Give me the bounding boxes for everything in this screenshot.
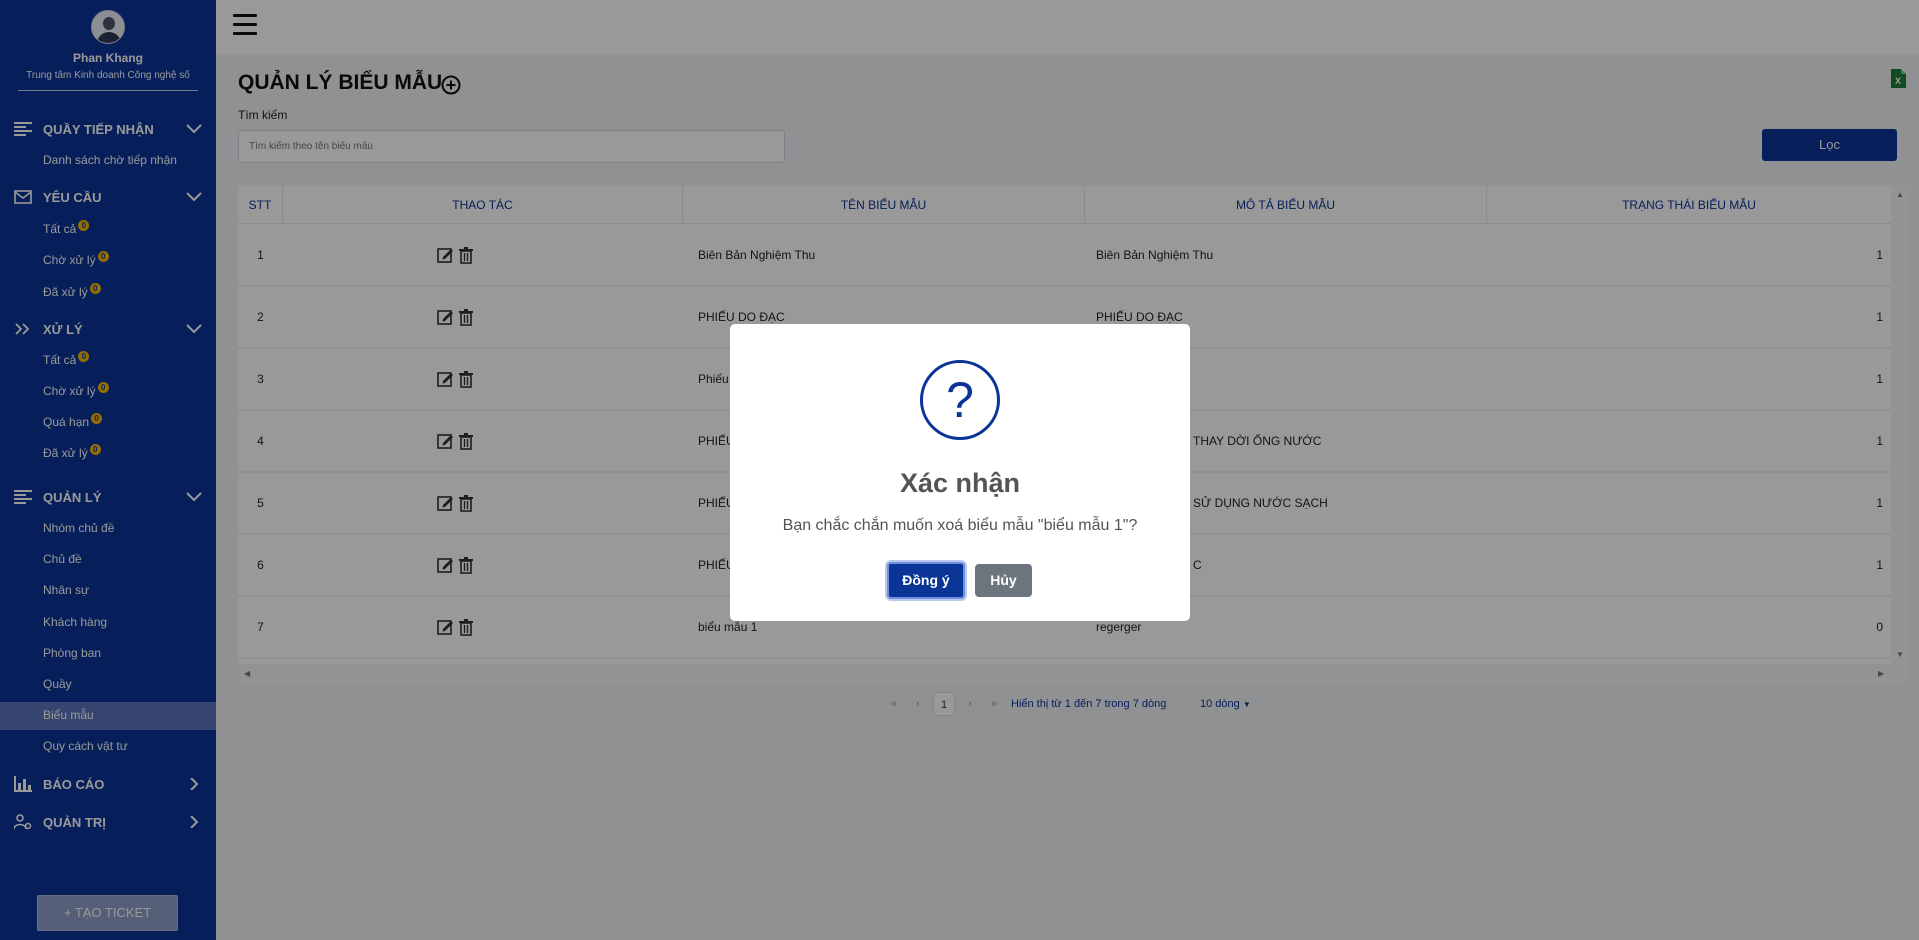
question-icon: ? [920, 360, 1000, 440]
dialog-message: Bạn chắc chắn muốn xoá biểu mẫu "biểu mẫ… [782, 517, 1138, 534]
confirm-dialog: ? Xác nhận Bạn chắc chắn muốn xoá biểu m… [730, 324, 1190, 621]
cancel-button[interactable]: Hủy [975, 564, 1032, 597]
dialog-title: Xác nhận [899, 468, 1021, 498]
confirm-button[interactable]: Đồng ý [887, 562, 965, 599]
